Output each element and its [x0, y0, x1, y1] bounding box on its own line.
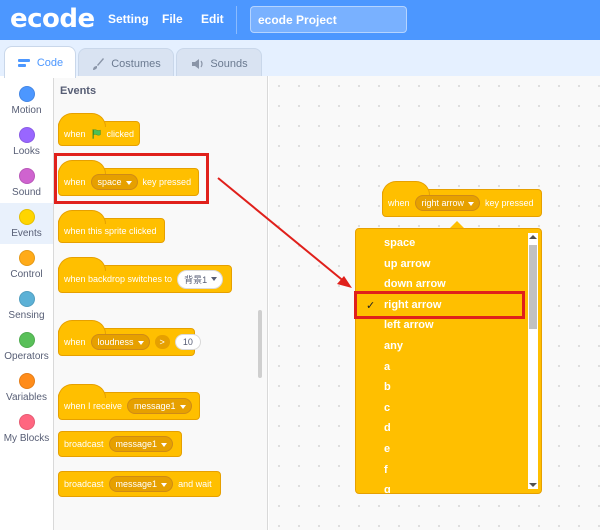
menu-divider	[236, 6, 237, 34]
dropdown-option[interactable]: down arrow	[384, 278, 446, 290]
brush-icon	[93, 57, 105, 70]
key-dropdown[interactable]: right arrow	[414, 195, 481, 211]
block-text: when	[64, 128, 86, 139]
category-label: Looks	[13, 146, 40, 157]
block-text: broadcast	[64, 479, 104, 489]
dropdown-option[interactable]: b	[384, 381, 391, 393]
sensor-dropdown[interactable]: loudness	[90, 334, 150, 350]
greater-than-operator: >	[154, 335, 170, 349]
block-text: when I receive	[64, 401, 123, 411]
tab-costumes[interactable]: Costumes	[78, 48, 174, 78]
when-backdrop-switches-block[interactable]: when backdrop switches to 背景1	[58, 257, 232, 293]
hat-cap	[58, 320, 106, 334]
block-text: clicked	[106, 128, 134, 139]
ecode-logo[interactable]: ecode	[10, 4, 95, 34]
category-color-dot	[18, 291, 35, 307]
category-sound[interactable]: Sound	[0, 162, 53, 203]
category-variables[interactable]: Variables	[0, 367, 53, 408]
block-text: when backdrop switches to	[64, 274, 173, 284]
category-operators[interactable]: Operators	[0, 326, 53, 367]
highlight-box-option	[354, 291, 525, 319]
hat-cap	[382, 181, 430, 195]
menu-edit[interactable]: Edit	[201, 12, 224, 26]
block-text: key pressed	[485, 198, 534, 208]
category-label: Variables	[6, 392, 47, 403]
category-my-blocks[interactable]: My Blocks	[0, 408, 53, 449]
block-text: when	[388, 198, 410, 208]
dropdown-option[interactable]: space	[384, 237, 415, 249]
category-sensing[interactable]: Sensing	[0, 285, 53, 326]
category-label: Events	[11, 228, 42, 239]
dropdown-option[interactable]: up arrow	[384, 258, 430, 270]
category-color-dot	[18, 168, 35, 184]
tab-code-label: Code	[36, 56, 64, 69]
block-text: when this sprite clicked	[64, 225, 157, 236]
category-label: Sound	[12, 187, 41, 198]
category-label: Operators	[4, 351, 49, 362]
dropdown-option[interactable]: c	[384, 402, 390, 414]
category-color-dot	[18, 414, 35, 430]
menu-bar: ecode Setting File Edit ecode Project	[0, 0, 600, 40]
dropdown-option[interactable]: any	[384, 340, 403, 352]
category-color-dot	[18, 332, 35, 348]
category-label: Control	[10, 269, 43, 280]
dropdown-scroll-thumb[interactable]	[529, 245, 537, 329]
category-color-dot	[18, 373, 35, 389]
block-text: broadcast	[64, 439, 104, 449]
block-text: when	[64, 337, 86, 347]
tab-code[interactable]: Code	[4, 46, 76, 78]
when-loudness-block[interactable]: when loudness > 10	[58, 320, 201, 356]
category-label: Motion	[11, 105, 42, 116]
workspace-when-key-pressed-block[interactable]: when right arrow key pressed	[382, 181, 542, 217]
dropdown-option[interactable]: left arrow	[384, 319, 434, 331]
speaker-icon	[192, 58, 203, 69]
when-sprite-clicked-block[interactable]: when this sprite clicked	[58, 210, 165, 243]
category-menu: Motion Looks Sound Events Control Sensing Oper…	[0, 76, 54, 530]
scroll-up-arrow-icon[interactable]	[529, 235, 537, 239]
key-dropdown-menu: space up arrow down arrow right arrow ✓ left …	[355, 228, 542, 494]
broadcast-and-wait-block[interactable]: broadcast message1 and wait	[58, 471, 221, 497]
green-flag-icon	[92, 128, 101, 139]
category-motion[interactable]: Motion	[0, 80, 53, 121]
category-events[interactable]: Events	[0, 203, 53, 244]
dropdown-option[interactable]: g	[384, 484, 391, 493]
dropdown-option[interactable]: d	[384, 422, 391, 434]
category-color-dot	[18, 250, 35, 266]
broadcast-block[interactable]: broadcast message1	[58, 431, 182, 457]
palette-scrollbar[interactable]	[258, 310, 262, 378]
dropdown-option[interactable]: e	[384, 443, 390, 455]
code-icon	[17, 58, 30, 67]
category-looks[interactable]: Looks	[0, 121, 53, 162]
dropdown-option[interactable]: f	[384, 464, 388, 476]
hat-cap	[58, 384, 106, 398]
block-text: and wait	[178, 479, 212, 489]
when-i-receive-block[interactable]: when I receive message1	[58, 384, 200, 420]
hat-cap	[58, 113, 106, 127]
menu-setting[interactable]: Setting	[108, 12, 149, 26]
highlight-box-palette	[54, 153, 209, 204]
hat-cap	[58, 257, 106, 271]
category-color-dot	[18, 127, 35, 143]
category-color-dot	[18, 86, 35, 102]
tab-costumes-label: Costumes	[111, 57, 161, 70]
category-label: Sensing	[8, 310, 45, 321]
scroll-down-arrow-icon[interactable]	[529, 483, 537, 487]
backdrop-dropdown[interactable]: 背景1	[177, 269, 224, 289]
category-control[interactable]: Control	[0, 244, 53, 285]
dropdown-option[interactable]: a	[384, 361, 390, 373]
project-title-input[interactable]: ecode Project	[250, 6, 407, 33]
category-label: My Blocks	[3, 433, 50, 444]
message-dropdown[interactable]: message1	[108, 436, 174, 452]
tab-sounds[interactable]: Sounds	[176, 48, 262, 78]
category-color-dot	[18, 209, 35, 225]
message-dropdown[interactable]: message1	[127, 398, 192, 414]
hat-cap	[58, 210, 106, 224]
tab-sounds-label: Sounds	[210, 57, 248, 70]
loudness-value-input[interactable]: 10	[174, 334, 201, 350]
menu-file[interactable]: File	[162, 12, 183, 26]
when-flag-clicked-block[interactable]: when clicked	[58, 113, 140, 146]
message-dropdown[interactable]: message1	[108, 476, 174, 492]
palette-heading: Events	[60, 85, 97, 97]
editor-tabs: Code Costumes Sounds	[0, 40, 600, 78]
